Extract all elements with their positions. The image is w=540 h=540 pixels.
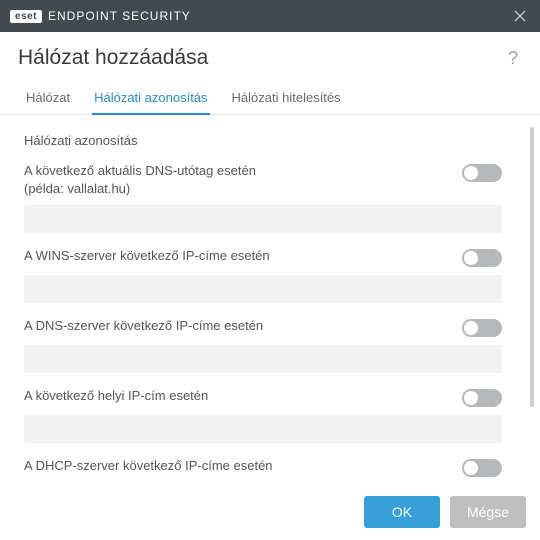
dialog-header: Hálózat hozzáadása ? (0, 32, 540, 80)
toggle-local-ip[interactable] (462, 389, 502, 407)
label-wins-ip: A WINS-szerver következő IP-címe esetén (24, 247, 284, 265)
label-local-ip: A következő helyi IP-cím esetén (24, 387, 284, 405)
ok-button[interactable]: OK (364, 496, 440, 528)
row-dhcp-ip: A DHCP-szerver következő IP-címe esetén (24, 457, 502, 477)
section-title: Hálózati azonosítás (24, 133, 502, 148)
titlebar: eset ENDPOINT SECURITY (0, 0, 540, 32)
brand-badge: eset (10, 10, 42, 23)
row-local-ip: A következő helyi IP-cím esetén (24, 387, 502, 407)
toggle-dhcp-ip[interactable] (462, 459, 502, 477)
row-dns-ip: A DNS-szerver következő IP-címe esetén (24, 317, 502, 337)
tab-network-auth[interactable]: Hálózati hitelesítés (230, 84, 343, 115)
row-dns-suffix: A következő aktuális DNS-utótag esetén (… (24, 162, 502, 197)
input-dns-suffix[interactable] (24, 205, 502, 233)
input-local-ip[interactable] (24, 415, 502, 443)
input-dns-ip[interactable] (24, 345, 502, 373)
label-dhcp-ip: A DHCP-szerver következő IP-címe esetén (24, 457, 284, 475)
brand-text: ENDPOINT SECURITY (48, 9, 191, 23)
close-icon (514, 10, 526, 22)
scrollbar-thumb[interactable] (530, 127, 534, 407)
help-icon[interactable]: ? (504, 48, 522, 69)
tab-network-id[interactable]: Hálózati azonosítás (92, 84, 209, 115)
input-wins-ip[interactable] (24, 275, 502, 303)
close-button[interactable] (500, 0, 540, 32)
row-wins-ip: A WINS-szerver következő IP-címe esetén (24, 247, 502, 267)
toggle-wins-ip[interactable] (462, 249, 502, 267)
cancel-button[interactable]: Mégse (450, 496, 526, 528)
dialog-footer: OK Mégse (0, 484, 540, 540)
toggle-dns-suffix[interactable] (462, 164, 502, 182)
label-dns-ip: A DNS-szerver következő IP-címe esetén (24, 317, 284, 335)
form-scroll-area: Hálózati azonosítás A következő aktuális… (0, 115, 540, 485)
toggle-dns-ip[interactable] (462, 319, 502, 337)
label-dns-suffix: A következő aktuális DNS-utótag esetén (… (24, 162, 284, 197)
tab-network[interactable]: Hálózat (24, 84, 72, 115)
page-title: Hálózat hozzáadása (18, 46, 208, 70)
tab-bar: Hálózat Hálózati azonosítás Hálózati hit… (0, 80, 540, 115)
